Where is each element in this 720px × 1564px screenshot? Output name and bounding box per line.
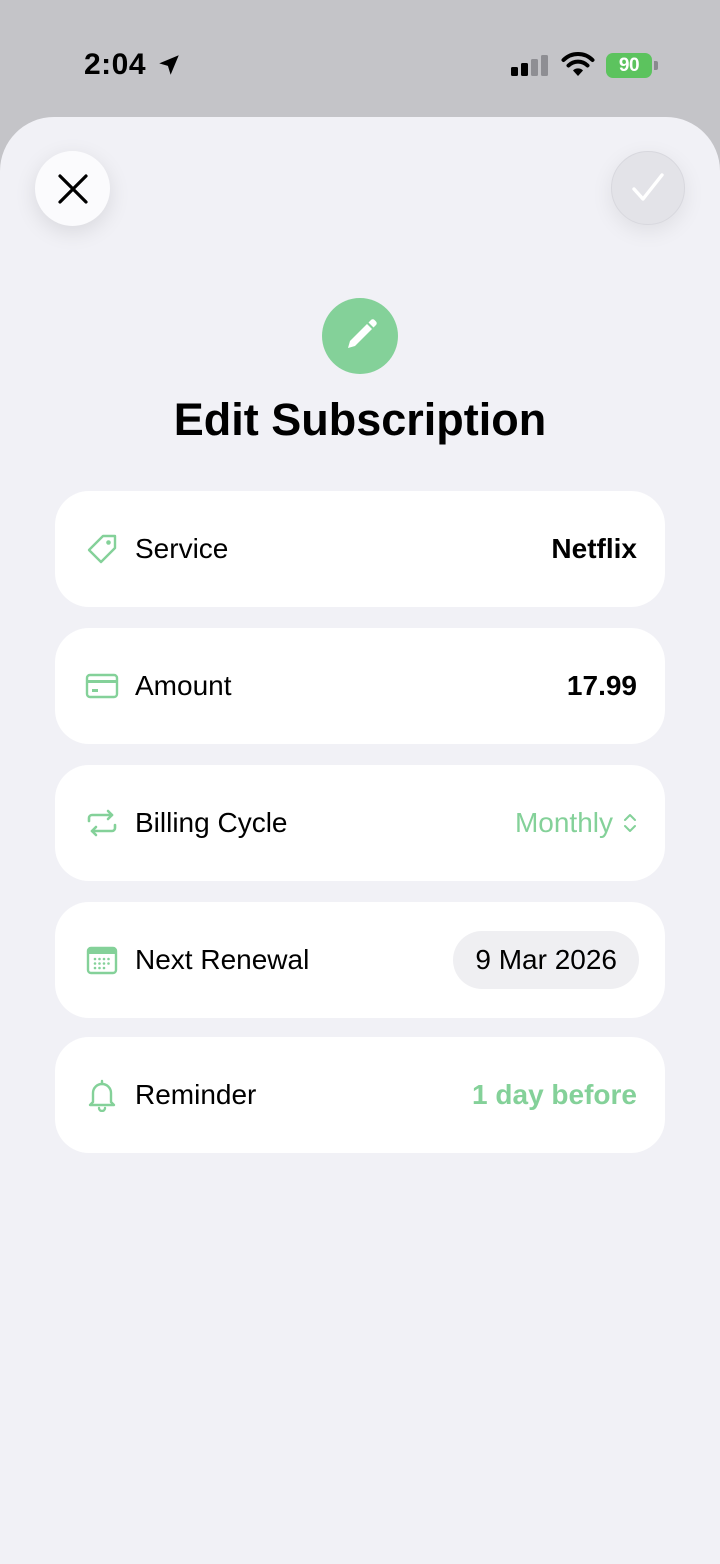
bell-icon (85, 1078, 119, 1112)
cellular-signal-icon (511, 55, 548, 76)
billing-cycle-row[interactable]: Billing Cycle Monthly (55, 765, 665, 881)
checkmark-icon (632, 173, 664, 201)
page-title: Edit Subscription (173, 394, 547, 445)
chevron-up-down-icon (624, 814, 636, 832)
amount-label: Amount (135, 670, 232, 701)
edit-sheet: Edit Subscription Service Netflix Amount… (0, 117, 720, 1564)
battery-indicator: 90 (606, 53, 658, 78)
credit-card-icon (85, 669, 119, 703)
amount-row[interactable]: Amount 17.99 (55, 628, 665, 744)
billing-cycle-label: Billing Cycle (135, 807, 288, 838)
reminder-row[interactable]: Reminder 1 day before (55, 1037, 665, 1153)
status-time: 2:04 (84, 48, 147, 81)
pencil-icon (348, 319, 377, 348)
service-row[interactable]: Service Netflix (55, 491, 665, 607)
amount-value[interactable]: 17.99 (567, 670, 637, 702)
next-renewal-row[interactable]: Next Renewal 9 Mar 2026 (55, 902, 665, 1018)
service-label: Service (135, 533, 229, 564)
next-renewal-date-picker[interactable]: 9 Mar 2026 (453, 931, 639, 989)
tag-icon (85, 532, 119, 566)
battery-cap (654, 61, 658, 70)
service-value[interactable]: Netflix (551, 533, 637, 565)
reminder-label: Reminder (135, 1079, 257, 1110)
billing-cycle-picker[interactable]: Monthly (515, 807, 637, 839)
wifi-icon (561, 52, 595, 76)
reminder-value[interactable]: 1 day before (472, 1079, 637, 1111)
save-button[interactable] (611, 151, 685, 225)
billing-cycle-value: Monthly (514, 807, 613, 838)
repeat-icon (85, 806, 119, 840)
close-icon (57, 173, 88, 204)
battery-level: 90 (606, 53, 652, 78)
close-button[interactable] (35, 151, 110, 226)
location-arrow-icon (159, 55, 179, 75)
status-bar: 2:04 90 (0, 0, 720, 118)
next-renewal-label: Next Renewal (135, 944, 310, 975)
calendar-icon (85, 943, 119, 977)
edit-hero-icon (322, 298, 398, 374)
